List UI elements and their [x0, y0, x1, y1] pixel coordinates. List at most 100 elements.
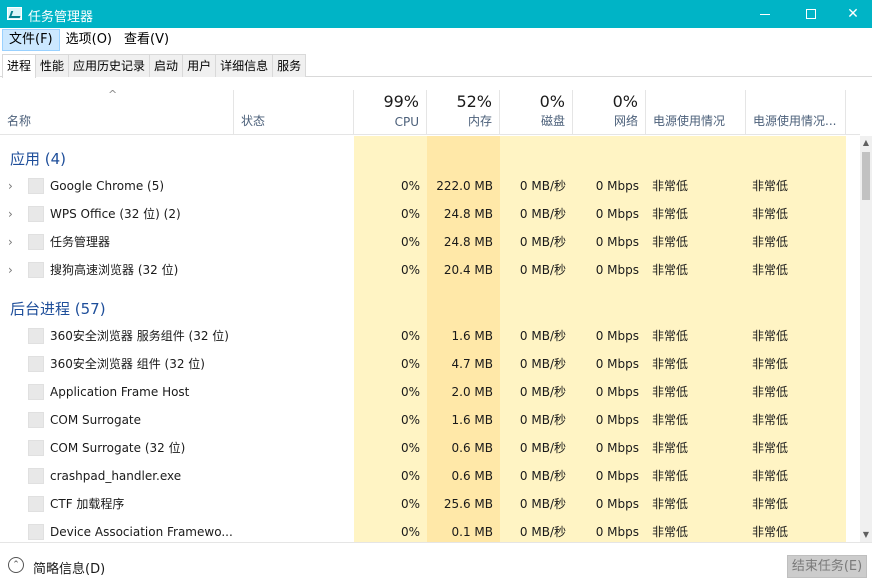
col-status[interactable]: 状态 — [234, 90, 354, 135]
sort-up-icon: ^ — [108, 88, 118, 101]
cell-cpu: 0% — [400, 263, 420, 277]
cell-power-trend: 非常低 — [752, 235, 789, 249]
cell-power: 非常低 — [652, 357, 689, 371]
process-row[interactable]: › 任务管理器 0% 24.8 MB 0 MB/秒 0 Mbps 非常低 非常低 — [0, 228, 860, 256]
cell-disk: 0 MB/秒 — [519, 179, 566, 193]
col-network[interactable]: 0% 网络 — [573, 90, 646, 135]
menu-file[interactable]: 文件(F) — [2, 29, 60, 51]
vertical-scrollbar[interactable]: ▲ ▼ — [860, 136, 872, 542]
tab-app-history[interactable]: 应用历史记录 — [68, 54, 151, 77]
process-row[interactable]: › Google Chrome (5) 0% 222.0 MB 0 MB/秒 0 Mbps… — [0, 172, 860, 200]
process-icon — [28, 328, 44, 344]
tab-startup[interactable]: 启动 — [149, 54, 184, 77]
cell-power: 非常低 — [652, 263, 689, 277]
process-row[interactable]: Device Association Framewo... 0% 0.1 MB 0 M… — [0, 518, 860, 542]
process-row[interactable]: COM Surrogate (32 位) 0% 0.6 MB 0 MB/秒 0 Mbps… — [0, 434, 860, 462]
tab-details[interactable]: 详细信息 — [215, 54, 274, 77]
process-row[interactable]: › WPS Office (32 位) (2) 0% 24.8 MB 0 MB/秒 0 M… — [0, 200, 860, 228]
cell-disk: 0 MB/秒 — [519, 497, 566, 511]
cell-power-trend: 非常低 — [752, 179, 789, 193]
cell-disk: 0 MB/秒 — [519, 207, 566, 221]
cell-disk: 0 MB/秒 — [519, 329, 566, 343]
group-header[interactable]: 应用 (4) — [0, 142, 860, 170]
process-name: crashpad_handler.exe — [50, 469, 182, 483]
cell-network: 0 Mbps — [595, 385, 639, 399]
scroll-thumb[interactable] — [862, 152, 870, 200]
col-power[interactable]: 电源使用情况 — [646, 90, 746, 135]
process-list: 应用 (4) › Google Chrome (5) 0% 222.0 MB 0 MB/秒… — [0, 136, 860, 542]
process-icon — [28, 412, 44, 428]
cell-network: 0 Mbps — [595, 179, 639, 193]
col-disk[interactable]: 0% 磁盘 — [500, 90, 573, 135]
col-status-label: 状态 — [241, 114, 266, 128]
cell-power-trend: 非常低 — [752, 207, 789, 221]
group-header[interactable]: 后台进程 (57) — [0, 292, 860, 320]
expand-chevron-icon[interactable]: › — [8, 200, 13, 228]
cell-network: 0 Mbps — [595, 413, 639, 427]
tab-processes[interactable]: 进程 — [2, 54, 37, 78]
cell-disk: 0 MB/秒 — [519, 441, 566, 455]
cell-memory: 1.6 MB — [451, 413, 493, 427]
process-row[interactable]: crashpad_handler.exe 0% 0.6 MB 0 MB/秒 0 Mbps… — [0, 462, 860, 490]
cell-memory: 0.6 MB — [451, 469, 493, 483]
cell-disk: 0 MB/秒 — [519, 413, 566, 427]
tab-performance[interactable]: 性能 — [35, 54, 70, 77]
cell-network: 0 Mbps — [595, 497, 639, 511]
cell-power: 非常低 — [652, 497, 689, 511]
end-task-button[interactable]: 结束任务(E) — [787, 555, 867, 578]
scroll-up-icon[interactable]: ▲ — [860, 136, 872, 150]
close-button[interactable]: ✕ — [834, 0, 872, 28]
disk-total: 0% — [539, 92, 565, 111]
cell-power-trend: 非常低 — [752, 329, 789, 343]
process-name: 任务管理器 — [50, 235, 111, 249]
expand-chevron-icon[interactable]: › — [8, 172, 13, 200]
col-power-trend[interactable]: 电源使用情况... — [746, 90, 846, 135]
title-bar: 任务管理器 ✕ — [0, 0, 872, 28]
process-row[interactable]: › 搜狗高速浏览器 (32 位) 0% 20.4 MB 0 MB/秒 0 Mbps 非常低 非… — [0, 256, 860, 284]
cell-power: 非常低 — [652, 469, 689, 483]
cell-network: 0 Mbps — [595, 329, 639, 343]
maximize-button[interactable] — [788, 0, 834, 28]
tab-users[interactable]: 用户 — [182, 54, 217, 77]
col-cpu[interactable]: 99% CPU — [354, 90, 427, 135]
process-row[interactable]: 360安全浏览器 组件 (32 位) 0% 4.7 MB 0 MB/秒 0 Mbps 非常… — [0, 350, 860, 378]
expand-chevron-icon[interactable]: › — [8, 256, 13, 284]
process-icon — [28, 178, 44, 194]
process-name: 360安全浏览器 组件 (32 位) — [50, 357, 205, 371]
tab-services[interactable]: 服务 — [272, 54, 307, 77]
col-disk-label: 磁盘 — [540, 114, 565, 128]
task-manager-icon — [7, 7, 22, 20]
process-row[interactable]: Application Frame Host 0% 2.0 MB 0 MB/秒 0 Mb… — [0, 378, 860, 406]
cell-network: 0 Mbps — [595, 441, 639, 455]
col-power-label: 电源使用情况 — [653, 114, 726, 128]
cell-memory: 24.8 MB — [443, 235, 493, 249]
menu-options[interactable]: 选项(O) — [60, 29, 118, 51]
process-row[interactable]: CTF 加载程序 0% 25.6 MB 0 MB/秒 0 Mbps 非常低 非常低 — [0, 490, 860, 518]
scroll-down-icon[interactable]: ▼ — [860, 528, 872, 542]
process-row[interactable]: 360安全浏览器 服务组件 (32 位) 0% 1.6 MB 0 MB/秒 0 Mbps… — [0, 322, 860, 350]
cell-memory: 20.4 MB — [443, 263, 493, 277]
col-memory[interactable]: 52% 内存 — [427, 90, 500, 135]
cell-power-trend: 非常低 — [752, 469, 789, 483]
cell-power: 非常低 — [652, 441, 689, 455]
cell-cpu: 0% — [400, 441, 420, 455]
process-name: Device Association Framewo... — [50, 525, 233, 539]
cell-disk: 0 MB/秒 — [519, 525, 566, 539]
cell-memory: 2.0 MB — [451, 385, 493, 399]
cell-cpu: 0% — [400, 329, 420, 343]
cell-disk: 0 MB/秒 — [519, 235, 566, 249]
memory-total: 52% — [456, 92, 492, 111]
process-row[interactable]: COM Surrogate 0% 1.6 MB 0 MB/秒 0 Mbps 非常低 非常低 — [0, 406, 860, 434]
col-name[interactable]: ^ 名称 — [0, 88, 234, 135]
cell-memory: 222.0 MB — [436, 179, 493, 193]
minimize-button[interactable] — [742, 0, 788, 28]
menu-view[interactable]: 查看(V) — [118, 29, 175, 51]
cell-power: 非常低 — [652, 525, 689, 539]
cell-memory: 4.7 MB — [451, 357, 493, 371]
cell-power-trend: 非常低 — [752, 413, 789, 427]
expand-chevron-icon[interactable]: › — [8, 228, 13, 256]
process-name: Google Chrome (5) — [50, 179, 165, 193]
fewer-details-link[interactable]: 简略信息(D) — [33, 558, 105, 577]
cell-cpu: 0% — [400, 497, 420, 511]
collapse-chevron-icon[interactable]: ⌃ — [8, 557, 24, 573]
